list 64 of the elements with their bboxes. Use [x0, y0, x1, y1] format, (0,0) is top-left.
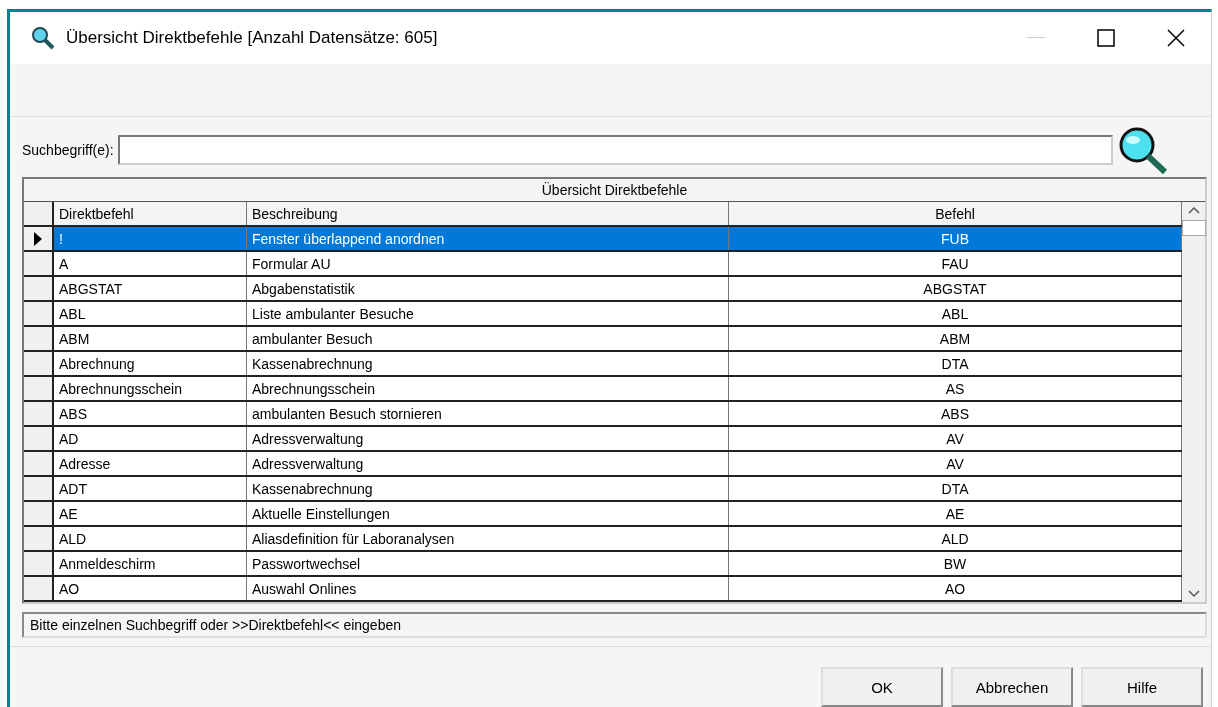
table-cell: Formular AU	[247, 252, 729, 276]
table-cell: ABL	[729, 302, 1182, 326]
search-icon	[30, 24, 56, 51]
table-cell: DTA	[729, 477, 1182, 501]
table-cell: ABM	[54, 327, 247, 351]
table-cell: Abrechnungsschein	[247, 377, 729, 401]
table-cell: A	[54, 252, 247, 276]
table-cell: AO	[729, 577, 1182, 601]
table-cell: Abgabenstatistik	[247, 277, 729, 301]
table-cell: AE	[729, 502, 1182, 526]
table-cell: DTA	[729, 352, 1182, 376]
table-cell: AO	[54, 577, 247, 601]
table-cell: ABS	[729, 402, 1182, 426]
table-cell: AV	[729, 427, 1182, 451]
window-title: Übersicht Direktbefehle [Anzahl Datensätze: 605]	[66, 27, 439, 48]
table-cell: ALD	[54, 527, 247, 551]
table-cell: Adresse	[54, 452, 247, 476]
dialog-button[interactable]: Hilfe	[1081, 667, 1203, 707]
table-cell: AE	[54, 502, 247, 526]
table-cell: Aktuelle Einstellungen	[247, 502, 729, 526]
table-cell: AD	[54, 427, 247, 451]
table-cell: ABL	[54, 302, 247, 326]
table-cell: Fenster überlappend anordnen	[247, 227, 729, 251]
scroll-up-icon[interactable]	[1187, 206, 1200, 215]
table-cell: !	[54, 227, 247, 251]
table-cell: ABGSTAT	[54, 277, 247, 301]
dialog-button[interactable]: Abbrechen	[951, 667, 1073, 707]
table-cell: Abrechnungsschein	[54, 377, 247, 401]
column-header[interactable]: Beschreibung	[247, 202, 729, 226]
table-cell: FAU	[729, 252, 1182, 276]
table-cell: Abrechnung	[54, 352, 247, 376]
table-cell: ABS	[54, 402, 247, 426]
minimize-icon	[1027, 36, 1045, 39]
table-cell: Anmeldeschirm	[54, 552, 247, 576]
close-icon	[1167, 28, 1185, 47]
table-cell: Aliasdefinition für Laboranalysen	[247, 527, 729, 551]
status-bar: Bitte einzelnen Suchbegriff oder >>Direktbefehl<< eingeben	[22, 612, 1207, 638]
table-cell: Auswahl Onlines	[247, 577, 729, 601]
table-cell: Kassenabrechnung	[247, 352, 729, 376]
table-cell: AS	[729, 377, 1182, 401]
grid-caption: Übersicht Direktbefehle	[24, 179, 1205, 203]
column-header[interactable]: Direktbefehl	[54, 202, 247, 226]
table-cell: Adressverwaltung	[247, 427, 729, 451]
table-cell: Passwortwechsel	[247, 552, 729, 576]
table-cell: ambulanten Besuch stornieren	[247, 402, 729, 426]
maximize-icon	[1097, 28, 1115, 47]
scroll-thumb[interactable]	[1181, 220, 1206, 237]
column-header[interactable]: Befehl	[729, 202, 1182, 226]
table-cell: Kassenabrechnung	[247, 477, 729, 501]
table-cell: ALD	[729, 527, 1182, 551]
search-label: Suchbegriff(e):	[22, 142, 114, 159]
search-field[interactable]	[117, 135, 1113, 166]
table-cell: Liste ambulanter Besuche	[247, 302, 729, 326]
table-cell: ABGSTAT	[729, 277, 1182, 301]
table-cell: Adressverwaltung	[247, 452, 729, 476]
table-cell: ABM	[729, 327, 1182, 351]
table-cell: BW	[729, 552, 1182, 576]
scroll-down-icon[interactable]	[1187, 590, 1200, 599]
table-cell: ADT	[54, 477, 247, 501]
table-cell: AV	[729, 452, 1182, 476]
dialog-button[interactable]: OK	[821, 667, 943, 707]
pointer-icon	[34, 231, 42, 246]
table-cell: FUB	[729, 227, 1182, 251]
table-cell: ambulanter Besuch	[247, 327, 729, 351]
